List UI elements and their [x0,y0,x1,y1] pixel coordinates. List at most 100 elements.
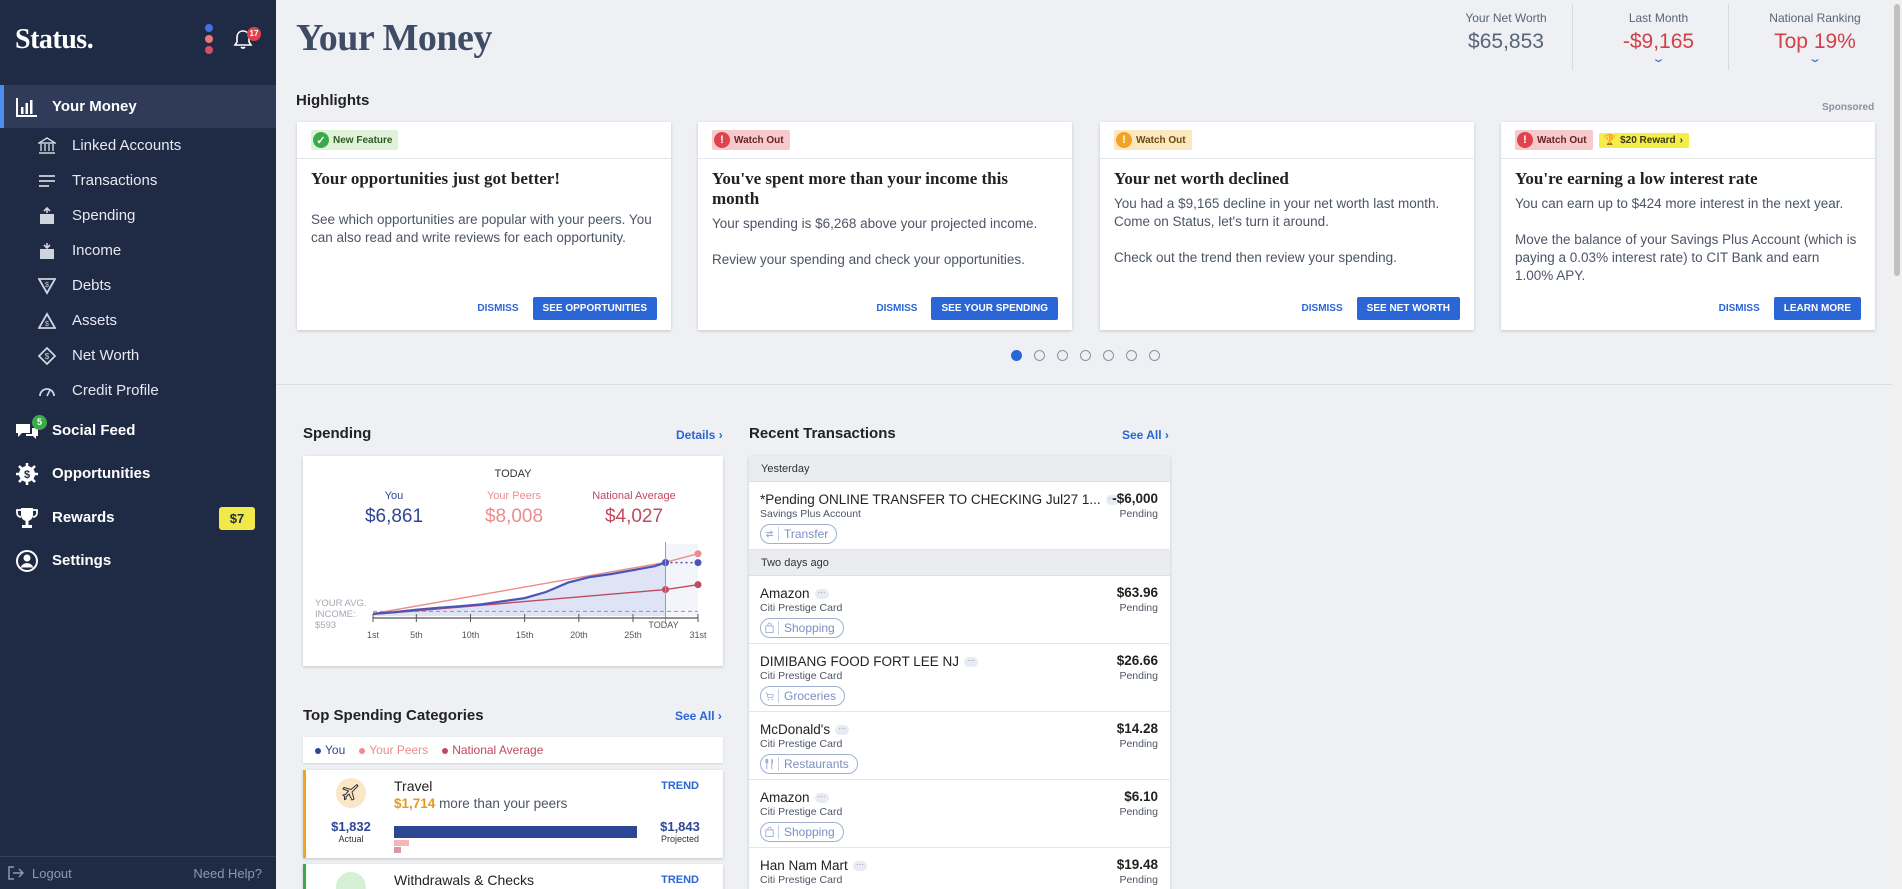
nav-transactions[interactable]: Transactions [0,163,276,198]
card-body: Check out the trend then review your spe… [1114,250,1397,265]
stat-value: $65,853 [1468,30,1544,53]
nav-assets[interactable]: $ Assets [0,303,276,338]
transaction-row[interactable]: Amazon ··· Citi Prestige Card $6.10 Pending S… [749,780,1170,848]
stat-value: Top 19% [1774,30,1856,53]
transaction-row[interactable]: DIMIBANG FOOD FORT LEE NJ ··· Citi Prestig… [749,644,1170,712]
ellipsis-icon[interactable]: ··· [814,793,829,804]
x-tick-label: 31st [689,630,707,640]
ellipsis-icon[interactable]: ··· [964,657,979,668]
pager-dot[interactable] [1103,350,1114,361]
transactions-see-all-link[interactable]: See All › [1122,428,1169,442]
alert-icon: ! [714,132,730,148]
bar-chart-icon [14,94,40,120]
nav-credit-profile[interactable]: Credit Profile [0,373,276,408]
x-tick-label: 20th [570,630,588,640]
desc-text: Amazon [760,586,810,601]
nav-settings[interactable]: Settings [0,539,276,582]
category-label: Shopping [784,621,835,635]
nav-linked-accounts[interactable]: Linked Accounts [0,128,276,163]
see-opportunities-button[interactable]: SEE OPPORTUNITIES [532,297,657,320]
category-pill[interactable]: Shopping [760,618,844,638]
x-tick-label: 25th [624,630,642,640]
scrollbar[interactable] [1892,0,1902,889]
category-card-travel[interactable]: Travel TREND $1,714 more than your peers… [303,770,723,858]
social-feed-badge: 5 [32,415,47,430]
learn-more-button[interactable]: LEARN MORE [1773,297,1861,320]
legend-label: Your Peers [369,743,429,757]
category-label: Restaurants [784,757,849,771]
nav-label: Income [72,242,122,259]
nav-income[interactable]: Income [0,233,276,268]
transaction-account: Citi Prestige Card [760,738,843,750]
pager-dot[interactable] [1034,350,1045,361]
transaction-status: Pending [1119,874,1158,886]
see-net-worth-button[interactable]: SEE NET WORTH [1356,297,1460,320]
peers-bar [394,840,409,846]
alert-icon: ! [1517,132,1533,148]
more-menu-icon[interactable] [205,24,213,57]
ellipsis-icon[interactable]: ··· [852,861,867,872]
notification-count-badge: 17 [247,27,261,41]
top-categories-see-all-link[interactable]: See All › [675,709,722,723]
rewards-balance-pill[interactable]: $7 [219,507,255,530]
nav-spending[interactable]: Spending [0,198,276,233]
x-tick-label: 10th [462,630,480,640]
ellipsis-icon[interactable]: ··· [835,725,850,736]
trend-link[interactable]: TREND [661,874,699,886]
transaction-amount: $6.10 [1124,789,1158,804]
dismiss-button[interactable]: DISMISS [1719,303,1760,314]
logout-button[interactable]: Logout [8,866,72,881]
pager-dot[interactable] [1057,350,1068,361]
pager-dot[interactable] [1126,350,1137,361]
dismiss-button[interactable]: DISMISS [1302,303,1343,314]
stat-national-ranking[interactable]: National Ranking Top 19% ⌄ [1746,11,1884,65]
legend-dot [442,747,449,754]
nav-your-money[interactable]: Your Money [0,85,276,128]
category-pill[interactable]: Transfer [760,524,838,544]
card-title: You've spent more than your income this … [712,169,1008,208]
ellipsis-icon[interactable]: ··· [814,589,829,600]
card-title: Your net worth declined [1114,169,1289,188]
nav-debts[interactable]: $ Debts [0,268,276,303]
transaction-row[interactable]: McDonald's ··· Citi Prestige Card $14.28 Pen… [749,712,1170,780]
sponsored-label: Sponsored [1822,102,1875,113]
dismiss-button[interactable]: DISMISS [876,303,917,314]
dollar-gear-icon: $ [14,461,40,487]
trend-link[interactable]: TREND [661,780,699,792]
scrollbar-thumb[interactable] [1894,4,1900,276]
transaction-row[interactable]: Han Nam Mart ··· Citi Prestige Card $19.48 P… [749,848,1170,889]
reward-tag[interactable]: 🏆 $20 Reward › [1598,132,1690,148]
tag-label: Watch Out [1136,134,1186,146]
top-categories-heading: Top Spending Categories [303,707,484,724]
page-title: Your Money [296,17,492,59]
nav-label: Credit Profile [72,382,159,399]
pager-dot[interactable] [1011,350,1022,361]
tag-label: Watch Out [734,134,784,146]
nav-net-worth[interactable]: $ Net Worth [0,338,276,373]
transaction-row[interactable]: *Pending ONLINE TRANSFER TO CHECKING Jul… [749,482,1170,550]
category-pill[interactable]: Groceries [760,686,846,706]
highlight-card: ✓ New Feature Your opportunities just got… [297,122,671,330]
x-tick-label: 15th [516,630,534,640]
utensils-icon [765,757,779,771]
projected-amount: $1,843 Projected [650,819,710,844]
need-help-link[interactable]: Need Help? [193,866,262,881]
category-pill[interactable]: Restaurants [760,754,858,774]
category-pill[interactable]: Shopping [760,822,844,842]
amount-value: $1,832 [331,819,371,834]
see-your-spending-button[interactable]: SEE YOUR SPENDING [931,297,1058,320]
nav-opportunities[interactable]: $ Opportunities [0,452,276,495]
shopping-bag-icon [765,825,779,839]
pager-dot[interactable] [1080,350,1091,361]
spending-details-link[interactable]: Details › [676,428,723,442]
transaction-group: Amazon ··· Citi Prestige Card $63.96 Pending… [749,576,1170,889]
transaction-description: DIMIBANG FOOD FORT LEE NJ ··· [760,654,979,669]
category-card-withdrawals[interactable]: Withdrawals & Checks TREND [303,864,723,889]
transaction-row[interactable]: Amazon ··· Citi Prestige Card $63.96 Pending… [749,576,1170,644]
pager-dot[interactable] [1149,350,1160,361]
chevron-down-icon[interactable]: ⌄ [1705,52,1902,65]
dismiss-button[interactable]: DISMISS [477,303,518,314]
stat-last-month[interactable]: Last Month -$9,165 ⌄ [1596,11,1721,65]
status-logo[interactable]: Status. [15,24,94,56]
svg-text:$: $ [45,282,49,289]
